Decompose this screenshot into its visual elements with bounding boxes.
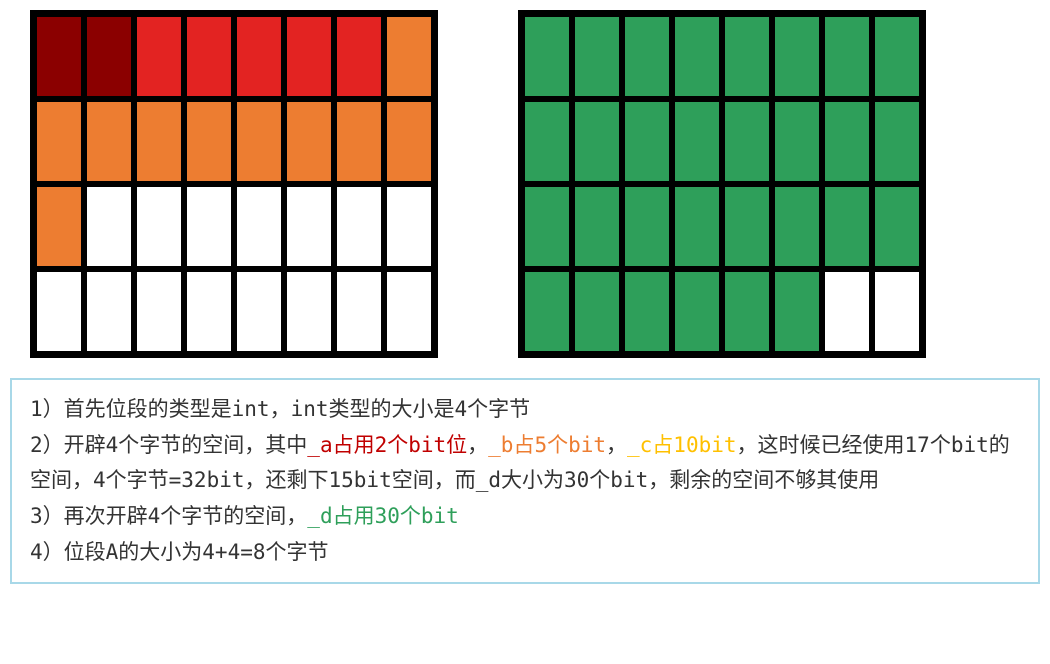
first-block-bit-cell bbox=[334, 184, 384, 269]
second-block-bit-cell bbox=[872, 14, 922, 99]
explain-line-4: 4）位段A的大小为4+4=8个字节 bbox=[30, 535, 1020, 571]
first-block-bit-cell bbox=[234, 184, 284, 269]
second-block-bit-cell bbox=[772, 99, 822, 184]
field-b-text: _b占5个bit bbox=[488, 433, 606, 457]
first-block-bit-cell bbox=[234, 269, 284, 354]
second-block-bit-cell bbox=[772, 269, 822, 354]
second-block-bit-cell bbox=[822, 269, 872, 354]
first-block-bit-cell bbox=[34, 269, 84, 354]
second-block-bit-cell bbox=[522, 99, 572, 184]
second-block-bit-cell bbox=[722, 269, 772, 354]
explain-line-3: 3）再次开辟4个字节的空间，_d占用30个bit bbox=[30, 499, 1020, 535]
explain-line-1: 1）首先位段的类型是int，int类型的大小是4个字节 bbox=[30, 392, 1020, 428]
second-block-bit-cell bbox=[672, 14, 722, 99]
second-block-bit-cell bbox=[572, 269, 622, 354]
first-block-bit-cell bbox=[134, 269, 184, 354]
first-block-bit-cell bbox=[134, 184, 184, 269]
second-block-bit-cell bbox=[872, 269, 922, 354]
grid-second-4-bytes bbox=[518, 10, 926, 358]
first-block-bit-cell bbox=[284, 99, 334, 184]
field-d-text: _d占用30个bit bbox=[307, 504, 459, 528]
first-block-bit-cell bbox=[34, 14, 84, 99]
second-block-bit-cell bbox=[522, 184, 572, 269]
sep: ， bbox=[606, 433, 627, 457]
first-block-bit-cell bbox=[334, 14, 384, 99]
second-block-bit-cell bbox=[872, 184, 922, 269]
second-block-bit-cell bbox=[822, 14, 872, 99]
second-block-bit-cell bbox=[822, 184, 872, 269]
explain-line-2: 2）开辟4个字节的空间，其中_a占用2个bit位，_b占5个bit，_c占10b… bbox=[30, 428, 1020, 499]
line2-prefix: 2）开辟4个字节的空间，其中 bbox=[30, 433, 307, 457]
first-block-bit-cell bbox=[184, 269, 234, 354]
second-block-bit-cell bbox=[622, 184, 672, 269]
sep: ， bbox=[467, 433, 488, 457]
first-block-bit-cell bbox=[384, 99, 434, 184]
first-block-bit-cell bbox=[384, 14, 434, 99]
second-block-bit-cell bbox=[672, 269, 722, 354]
second-block-bit-cell bbox=[772, 14, 822, 99]
first-block-bit-cell bbox=[84, 184, 134, 269]
first-block-bit-cell bbox=[134, 99, 184, 184]
field-a-text: _a占用2个bit位 bbox=[307, 433, 467, 457]
second-block-bit-cell bbox=[772, 184, 822, 269]
second-block-bit-cell bbox=[522, 14, 572, 99]
second-block-bit-cell bbox=[572, 184, 622, 269]
second-block-bit-cell bbox=[872, 99, 922, 184]
grids-container bbox=[10, 10, 1040, 358]
first-block-bit-cell bbox=[184, 99, 234, 184]
first-block-bit-cell bbox=[84, 99, 134, 184]
first-block-bit-cell bbox=[284, 14, 334, 99]
second-block-bit-cell bbox=[672, 184, 722, 269]
second-block-bit-cell bbox=[572, 99, 622, 184]
second-block-bit-cell bbox=[622, 269, 672, 354]
second-block-bit-cell bbox=[722, 99, 772, 184]
first-block-bit-cell bbox=[134, 14, 184, 99]
first-block-bit-cell bbox=[234, 99, 284, 184]
line3-prefix: 3）再次开辟4个字节的空间， bbox=[30, 504, 307, 528]
second-block-bit-cell bbox=[622, 99, 672, 184]
first-block-bit-cell bbox=[184, 14, 234, 99]
second-block-bit-cell bbox=[572, 14, 622, 99]
second-block-bit-cell bbox=[672, 99, 722, 184]
first-block-bit-cell bbox=[284, 184, 334, 269]
first-block-bit-cell bbox=[84, 14, 134, 99]
first-block-bit-cell bbox=[284, 269, 334, 354]
field-c-text: _c占10bit bbox=[627, 433, 737, 457]
second-block-bit-cell bbox=[722, 184, 772, 269]
sep: ， bbox=[737, 433, 758, 457]
first-block-bit-cell bbox=[184, 184, 234, 269]
first-block-bit-cell bbox=[334, 269, 384, 354]
grid-first-4-bytes bbox=[30, 10, 438, 358]
second-block-bit-cell bbox=[622, 14, 672, 99]
second-block-bit-cell bbox=[722, 14, 772, 99]
first-block-bit-cell bbox=[34, 99, 84, 184]
first-block-bit-cell bbox=[334, 99, 384, 184]
first-block-bit-cell bbox=[384, 184, 434, 269]
first-block-bit-cell bbox=[234, 14, 284, 99]
first-block-bit-cell bbox=[384, 269, 434, 354]
first-block-bit-cell bbox=[84, 269, 134, 354]
second-block-bit-cell bbox=[822, 99, 872, 184]
second-block-bit-cell bbox=[522, 269, 572, 354]
first-block-bit-cell bbox=[34, 184, 84, 269]
explanation-box: 1）首先位段的类型是int，int类型的大小是4个字节 2）开辟4个字节的空间，… bbox=[10, 378, 1040, 584]
